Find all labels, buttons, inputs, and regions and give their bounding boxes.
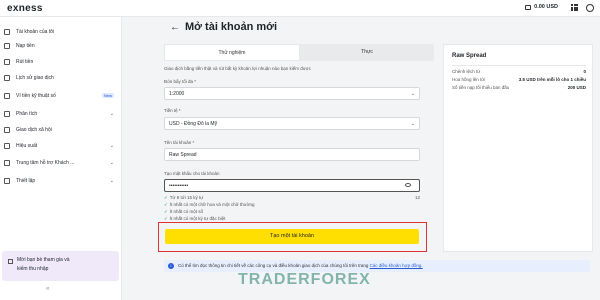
currency-label: Tiền tệ *: [164, 108, 181, 113]
sidebar-item-label: Ví tiền kỹ thuật số: [16, 92, 56, 99]
deposit-icon: [4, 42, 10, 49]
history-icon: [4, 74, 10, 81]
sidebar-item-crypto-wallet[interactable]: Ví tiền kỹ thuật số New: [4, 90, 118, 101]
promo-line-2: kiếm thu nhập: [17, 266, 49, 272]
sidebar-item-my-accounts[interactable]: Tài khoản của tôi: [4, 26, 118, 37]
info-icon: i: [168, 263, 174, 269]
summary-value: 0: [583, 69, 586, 74]
create-account-button[interactable]: Tạo một tài khoản: [165, 229, 419, 244]
summary-title: Raw Spread: [452, 53, 487, 59]
account-name-label: Tên tài khoản *: [164, 140, 195, 145]
sidebar-item-deposit[interactable]: Nạp tiền: [4, 40, 118, 51]
contract-terms-link[interactable]: Các điều khoản hợp đồng.: [370, 263, 423, 268]
support-icon: [4, 159, 10, 166]
tab-real[interactable]: Thực: [300, 44, 434, 61]
summary-row: Chênh lệch từ 0: [452, 69, 586, 74]
leverage-select[interactable]: 1:2000 ⌄: [164, 87, 420, 100]
password-input[interactable]: •••••••••••: [164, 179, 420, 192]
chevron-down-icon: ⌄: [109, 142, 114, 149]
page-title: Mở tài khoản mới: [185, 21, 278, 33]
terms-info-bar: i Có thể tìm đọc thông tin chi tiết về c…: [164, 260, 590, 272]
summary-row: Hoa hồng lên tới 3.5 USD trên mỗi lô cho …: [452, 77, 586, 82]
sidebar-item-history[interactable]: Lịch sử giao dịch: [4, 72, 118, 83]
sidebar-item-performance[interactable]: Hiệu suất ⌄: [4, 140, 118, 151]
account-type-summary: Raw Spread Chênh lệch từ 0 Hoa hồng lên t…: [443, 44, 593, 252]
sidebar-item-label: Hiệu suất: [16, 142, 38, 149]
apps-grid-icon[interactable]: [571, 4, 578, 11]
password-value: •••••••••••: [169, 183, 189, 189]
check-icon: ✓: [164, 202, 168, 207]
sidebar-item-label: Rút tiền: [16, 58, 34, 65]
balance-display[interactable]: 0.00 USD: [525, 4, 558, 10]
new-badge: New: [101, 93, 114, 98]
summary-label: Hoa hồng lên tới: [452, 77, 486, 82]
sidebar-item-label: Thiết lập: [16, 177, 36, 184]
analytics-icon: [4, 110, 10, 117]
password-rule: ✓ Ít nhất có một chữ hoa và một chữ thườn…: [164, 202, 255, 208]
currency-select[interactable]: USD - Đồng Đô la Mỹ ⌄: [164, 117, 420, 130]
sidebar-item-settings[interactable]: Thiết lập ⌄: [4, 175, 118, 186]
check-icon: ✓: [164, 209, 168, 214]
password-char-count: 12: [414, 195, 420, 200]
chevron-down-icon: ⌄: [410, 91, 415, 97]
leverage-value: 1:2000: [169, 91, 185, 97]
summary-value: 200 USD: [567, 85, 586, 90]
performance-icon: [4, 142, 10, 149]
show-password-icon[interactable]: [405, 183, 411, 187]
password-rule: ✓ Từ 8 tới 15 ký tự: [164, 195, 203, 201]
social-icon: [4, 126, 10, 133]
balance-value: 0.00 USD: [534, 4, 558, 10]
referral-promo[interactable]: Mời bạn bè tham gia và kiếm thu nhập: [2, 251, 119, 281]
sidebar-item-label: Phân tích: [16, 110, 38, 117]
exness-logo[interactable]: exness: [7, 3, 43, 14]
password-rule-text: Ít nhất có một số: [169, 209, 204, 214]
chevron-down-icon: ⌄: [109, 159, 114, 166]
currency-value: USD - Đồng Đô la Mỹ: [169, 121, 218, 127]
gift-icon: [8, 259, 13, 264]
account-name-input[interactable]: Raw Spread: [164, 148, 420, 161]
divider: [452, 65, 586, 66]
sidebar-item-analytics[interactable]: Phân tích ⌄: [4, 108, 118, 119]
wallet-icon: [4, 92, 10, 99]
sidebar-item-label: Trung tâm hỗ trợ Khách ...: [16, 159, 75, 166]
terms-info-text: Có thể tìm đọc thông tin chi tiết về các…: [178, 263, 370, 268]
leverage-label: Đòn bẩy tối đa *: [164, 79, 197, 84]
check-icon: ✓: [164, 195, 168, 200]
withdraw-icon: [4, 58, 10, 65]
password-rule: ✓ Ít nhất có một số: [164, 209, 203, 215]
top-bar: exness 0.00 USD: [0, 0, 600, 17]
sidebar-item-withdraw[interactable]: Rút tiền: [4, 56, 118, 67]
summary-label: Số tiền nạp tối thiểu ban đầu: [452, 85, 510, 90]
account-type-tabs: Thử nghiệm Thực: [164, 44, 434, 61]
password-rule-text: Ít nhất có một ký tự đặc biệt: [169, 216, 226, 221]
summary-row: Số tiền nạp tối thiểu ban đầu 200 USD: [452, 85, 586, 90]
password-label: Tạo mật khẩu cho tài khoản: [164, 171, 220, 176]
password-rule-text: Ít nhất có một chữ hoa và một chữ thường: [169, 202, 255, 207]
chevron-down-icon: ⌄: [109, 177, 114, 184]
summary-label: Chênh lệch từ: [452, 69, 481, 74]
watermark: TRADERFOREX: [238, 271, 371, 288]
profile-avatar-icon[interactable]: [586, 4, 594, 12]
wallet-icon: [525, 4, 532, 10]
sidebar-item-label: Lịch sử giao dịch: [16, 74, 54, 81]
sidebar-item-label: Giao dịch xã hội: [16, 126, 52, 133]
form-description: Giao dịch bằng tiền thật và rút bất kỳ k…: [164, 66, 312, 71]
summary-value: 3.5 USD trên mỗi lô cho 1 chiều: [518, 77, 586, 82]
tab-demo[interactable]: Thử nghiệm: [164, 44, 300, 61]
collapse-sidebar-icon[interactable]: «: [46, 286, 49, 292]
sidebar-item-social-trading[interactable]: Giao dịch xã hội: [4, 124, 118, 135]
password-rule-text: Từ 8 tới 15 ký tự: [169, 195, 204, 200]
sidebar-item-support[interactable]: Trung tâm hỗ trợ Khách ... ⌄: [4, 157, 118, 168]
check-icon: ✓: [164, 216, 168, 221]
accounts-icon: [4, 28, 10, 35]
settings-icon: [4, 177, 10, 184]
chevron-down-icon: ⌄: [410, 121, 415, 127]
sidebar: Tài khoản của tôi Nạp tiền Rút tiền Lịch…: [0, 17, 122, 300]
sidebar-item-label: Nạp tiền: [16, 42, 35, 49]
back-arrow-icon[interactable]: ←: [170, 22, 180, 33]
sidebar-item-label: Tài khoản của tôi: [16, 28, 55, 35]
chevron-down-icon: ⌄: [109, 110, 114, 117]
promo-line-1: Mời bạn bè tham gia và: [17, 257, 70, 263]
